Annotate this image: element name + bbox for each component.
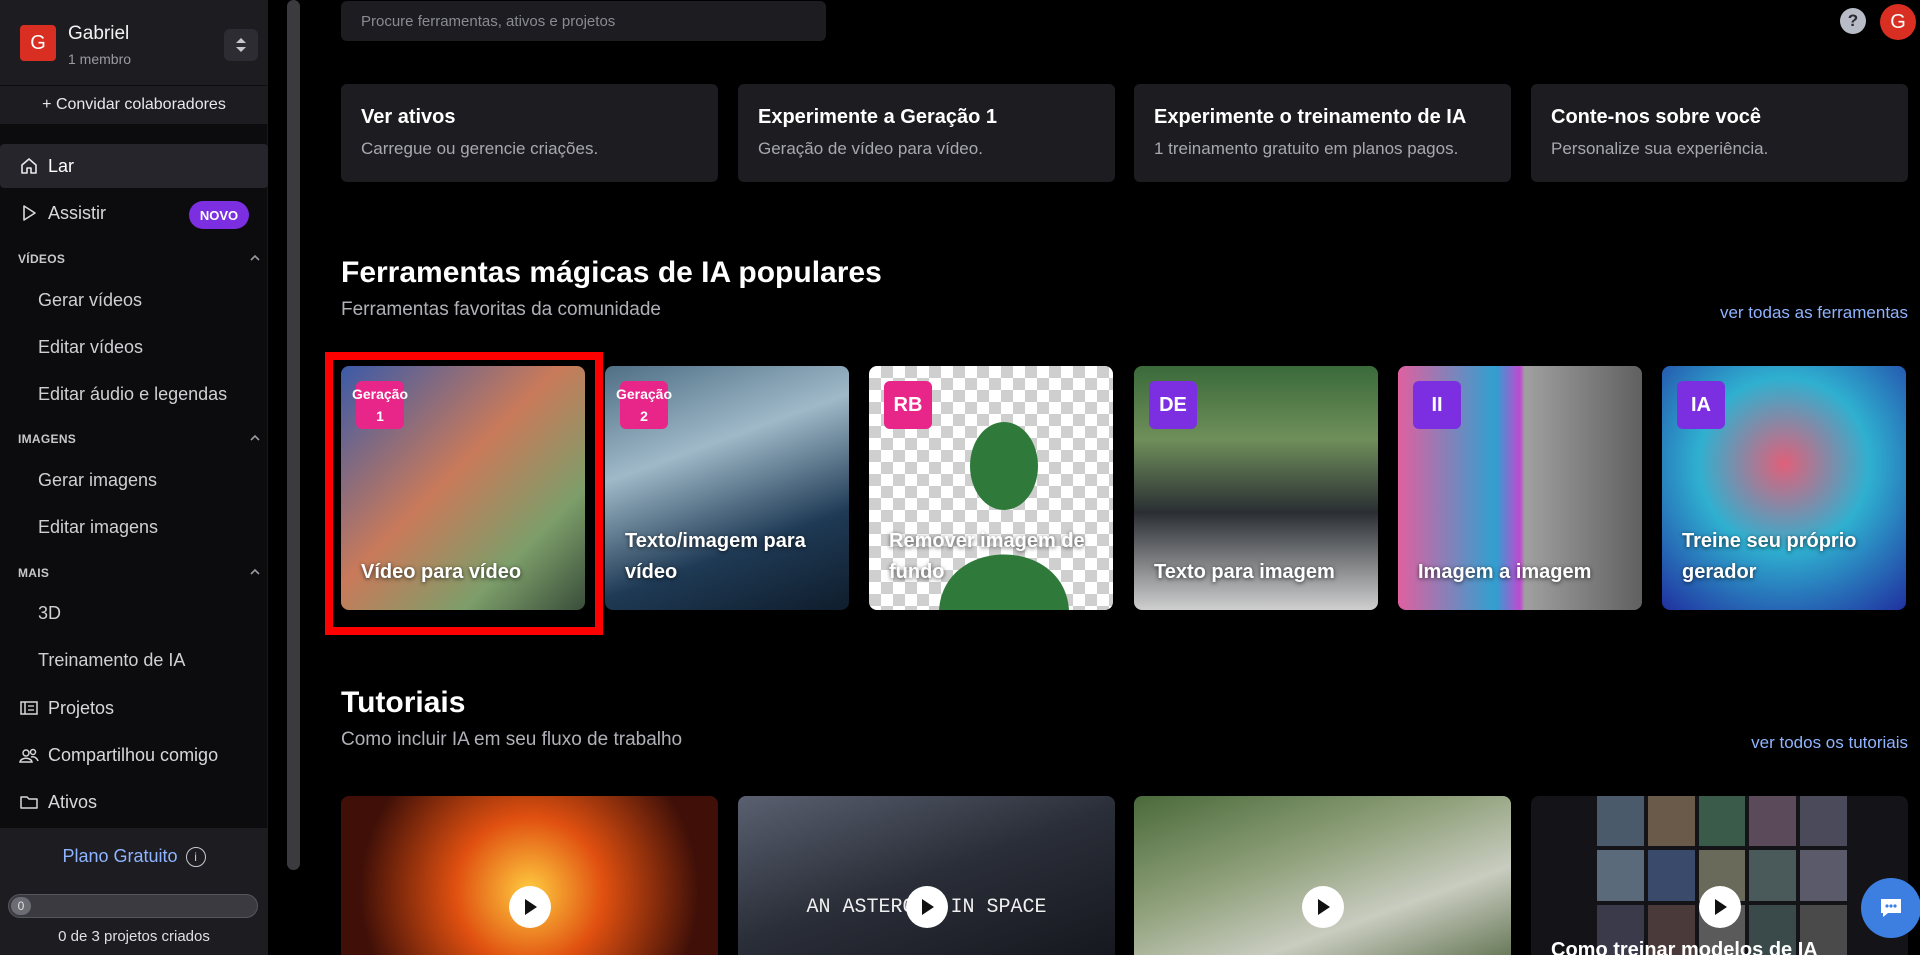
tutorial-card[interactable]: AN ASTEROID IN SPACE (738, 796, 1115, 955)
chevron-up-icon[interactable] (248, 431, 262, 445)
search-input[interactable] (341, 1, 826, 41)
quick-card-title: Conte-nos sobre você (1551, 106, 1762, 128)
play-button-icon[interactable] (905, 886, 948, 928)
sidebar-item-assets[interactable]: Ativos (0, 780, 268, 824)
plan-box: Plano Gratuito i 0 0 de 3 projetos criado… (0, 828, 268, 955)
sidebar-item-edit-images[interactable]: Editar imagens (38, 517, 158, 538)
chevron-up-down-icon (236, 38, 246, 52)
sidebar-item-label: Projetos (48, 697, 115, 718)
folder-icon (19, 792, 39, 812)
projects-icon (19, 698, 39, 718)
selection-highlight (325, 352, 603, 635)
quick-card-subtitle: Carregue ou gerencie criações. (361, 139, 599, 158)
chat-support-button[interactable] (1861, 878, 1920, 938)
workspace-members: 1 membro (68, 51, 132, 67)
quick-card-view-assets[interactable]: Ver ativos Carregue ou gerencie criações… (341, 84, 718, 182)
help-icon[interactable]: ? (1840, 8, 1866, 34)
quick-card-title: Experimente o treinamento de IA (1154, 106, 1467, 128)
tutorials-title: Tutoriais (341, 686, 466, 719)
new-badge: NOVO (189, 201, 249, 229)
sidebar-item-label: Ativos (48, 791, 98, 812)
tools-section-subtitle: Ferramentas favoritas da comunidade (341, 299, 661, 320)
info-icon[interactable]: i (185, 847, 206, 868)
tool-badge: IA (1677, 381, 1725, 429)
progress-value: 0 (17, 899, 25, 913)
quick-card-try-gen1[interactable]: Experimente a Geração 1 Geração de vídeo… (738, 84, 1115, 182)
workspace-name: Gabriel (68, 23, 130, 44)
sidebar-item-shared[interactable]: Compartilhou comigo (0, 733, 268, 777)
tool-badge: II (1413, 381, 1461, 429)
tutorial-card[interactable] (1134, 796, 1511, 955)
sidebar-item-home[interactable]: Lar (0, 144, 268, 188)
projects-count: 0 de 3 projetos criados (58, 928, 210, 945)
sidebar-item-edit-videos[interactable]: Editar vídeos (38, 337, 143, 358)
see-all-tools-link[interactable]: ver todas as ferramentas (1650, 303, 1908, 323)
tool-card-remove-background[interactable]: RB Remover imagem de fundo (869, 366, 1113, 610)
sidebar-item-ai-training[interactable]: Treinamento de IA (38, 650, 185, 671)
tutorials-subtitle: Como incluir IA em seu fluxo de trabalho (341, 729, 683, 750)
plan-title: Plano Gratuito (62, 846, 178, 866)
play-button-icon[interactable] (1698, 886, 1741, 928)
sidebar: G Gabriel 1 membro + Convidar colaborado… (0, 0, 268, 955)
play-button-icon[interactable] (1301, 886, 1344, 928)
tool-card-text-image-to-video[interactable]: Geração 2 Texto/imagem para vídeo (605, 366, 849, 610)
play-button-icon[interactable] (508, 886, 551, 928)
workspace-card[interactable]: G Gabriel 1 membro (0, 0, 268, 85)
user-avatar[interactable]: G (1880, 4, 1916, 40)
quick-card-about-you[interactable]: Conte-nos sobre você Personalize sua exp… (1531, 84, 1908, 182)
tool-card-text-to-image[interactable]: DE Texto para imagem (1134, 366, 1378, 610)
tool-badge: Geração 2 (616, 381, 672, 429)
see-all-tutorials-link[interactable]: ver todos os tutoriais (1650, 733, 1908, 753)
tutorial-card[interactable]: Como treinar modelos de IA (1531, 796, 1908, 955)
section-videos-title: VÍDEOS (18, 252, 66, 266)
tool-label: Texto para imagem (1154, 561, 1335, 583)
sidebar-item-label: Lar (48, 155, 75, 176)
tools-section-title: Ferramentas mágicas de IA populares (341, 256, 882, 289)
home-icon (19, 156, 39, 176)
quick-card-subtitle: Geração de vídeo para vídeo. (758, 139, 983, 158)
tool-badge: DE (1149, 381, 1197, 429)
section-images-title: IMAGENS (18, 432, 77, 446)
sidebar-item-3d[interactable]: 3D (38, 603, 61, 624)
workspace-avatar: G (20, 25, 56, 61)
tool-card-train-generator[interactable]: IA Treine seu próprio gerador (1662, 366, 1906, 610)
plan-title-row: Plano Gratuito i (0, 846, 268, 868)
sidebar-item-edit-audio[interactable]: Editar áudio e legendas (38, 384, 227, 405)
tool-label: Treine seu próprio gerador (1682, 530, 1857, 583)
tutorial-title: Como treinar modelos de IA (1551, 939, 1818, 955)
section-more-title: MAIS (18, 566, 50, 580)
chat-icon (1881, 899, 1901, 917)
workspace-switch-button[interactable] (224, 29, 258, 61)
tool-label: Imagem a imagem (1418, 561, 1592, 583)
quick-card-subtitle: 1 treinamento gratuito em planos pagos. (1154, 139, 1459, 158)
sidebar-item-generate-images[interactable]: Gerar imagens (38, 470, 157, 491)
chevron-up-icon[interactable] (248, 251, 262, 265)
tool-badge-line2: 2 (640, 408, 648, 424)
tool-label: Remover imagem de fundo (889, 530, 1085, 583)
sidebar-item-label: Compartilhou comigo (48, 744, 219, 765)
tool-badge: RB (884, 381, 932, 429)
sidebar-scrollbar[interactable] (287, 0, 300, 870)
chevron-up-icon[interactable] (248, 565, 262, 579)
invite-collaborators-button[interactable]: + Convidar colaboradores (0, 86, 268, 124)
quick-card-title: Ver ativos (361, 106, 456, 128)
tool-label: Texto/imagem para vídeo (625, 530, 806, 583)
quick-card-try-training[interactable]: Experimente o treinamento de IA 1 treina… (1134, 84, 1511, 182)
users-icon (19, 745, 39, 765)
tool-badge-line1: Geração (615, 386, 673, 402)
quick-card-title: Experimente a Geração 1 (758, 106, 998, 128)
tutorial-card[interactable] (341, 796, 718, 955)
sidebar-item-generate-videos[interactable]: Gerar vídeos (38, 290, 142, 311)
sidebar-item-label: Assistir (48, 202, 106, 223)
play-icon (19, 203, 39, 223)
quick-card-subtitle: Personalize sua experiência. (1551, 139, 1769, 158)
projects-progress-bar: 0 (8, 894, 258, 918)
sidebar-item-projects[interactable]: Projetos (0, 686, 268, 730)
thumbnail-grid-image (1597, 796, 1847, 955)
tool-card-image-to-image[interactable]: II Imagem a imagem (1398, 366, 1642, 610)
